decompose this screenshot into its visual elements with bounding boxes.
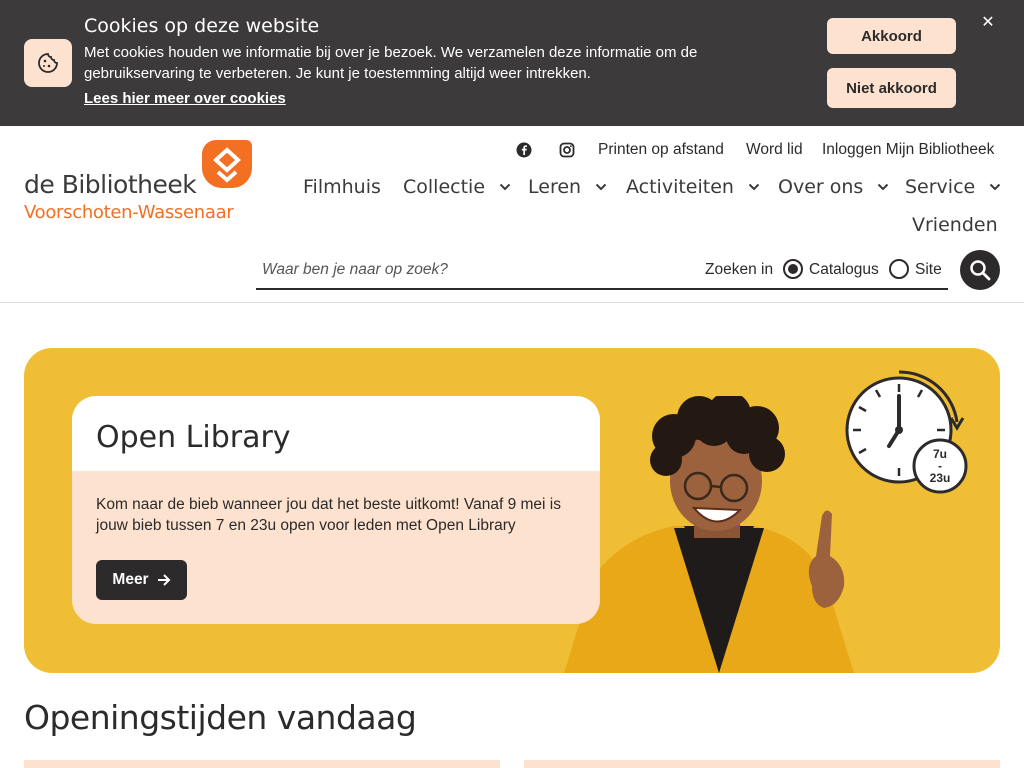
decline-cookies-button[interactable]: Niet akkoord (827, 68, 956, 108)
cookie-title: Cookies op deze website (84, 15, 320, 37)
logo-mark-icon (202, 140, 252, 188)
nav-label: Activiteiten (626, 176, 734, 198)
radio-catalogus[interactable] (783, 259, 803, 279)
radio-catalogus-label[interactable]: Catalogus (809, 261, 879, 279)
instagram-icon[interactable] (559, 142, 575, 158)
nav-item-vrienden[interactable]: Vrienden (912, 214, 998, 236)
chevron-down-icon (499, 183, 511, 191)
logo-sub-text: Voorschoten-Wassenaar (24, 202, 234, 223)
chevron-down-icon (878, 183, 889, 191)
search-button[interactable] (960, 250, 1000, 290)
nav-label: Collectie (403, 176, 486, 198)
login-link[interactable]: Inloggen Mijn Bibliotheek (822, 141, 994, 159)
nav-item-service[interactable]: Service (905, 176, 1001, 198)
logo-main-text: de Bibliotheek (24, 170, 197, 199)
close-icon[interactable]: ✕ (978, 12, 998, 32)
chevron-down-icon (990, 183, 1001, 191)
nav-item-collectie[interactable]: Collectie (403, 176, 511, 198)
clock-icon: 7u - 23u (845, 370, 968, 494)
nav-item-filmhuis[interactable]: Filmhuis (303, 176, 381, 198)
radio-site-label[interactable]: Site (915, 261, 942, 279)
clock-badge-end: 23u (930, 471, 951, 485)
cookie-banner: Cookies op deze website Met cookies houd… (0, 0, 1024, 126)
header-divider (0, 302, 1024, 303)
nav-label: Service (905, 176, 976, 198)
opening-hours-title: Openingstijden vandaag (24, 698, 417, 737)
hero-card: Open Library Kom naar de bieb wanneer jo… (72, 396, 600, 624)
opening-hours-card (524, 760, 1000, 768)
cookie-text: Met cookies houden we informatie bij ove… (84, 44, 698, 82)
become-member-link[interactable]: Word lid (746, 141, 803, 159)
site-logo[interactable]: de Bibliotheek Voorschoten-Wassenaar (24, 138, 254, 228)
cookie-info-link[interactable]: Lees hier meer over cookies (84, 90, 286, 107)
search-icon (970, 260, 991, 281)
nav-item-over-ons[interactable]: Over ons (778, 176, 889, 198)
chevron-down-icon (595, 183, 607, 191)
nav-label: Vrienden (912, 214, 998, 236)
nav-label: Over ons (778, 176, 864, 198)
arrow-right-icon (157, 574, 171, 586)
hero-text: Kom naar de bieb wanneer jou dat het bes… (96, 496, 561, 534)
search-scope-label: Zoeken in (705, 261, 774, 278)
nav-item-activiteiten[interactable]: Activiteiten (626, 176, 760, 198)
accept-cookies-button[interactable]: Akkoord (827, 18, 956, 54)
nav-label: Leren (528, 176, 582, 198)
cookie-icon (24, 39, 72, 87)
hero-title: Open Library (96, 420, 291, 455)
nav-label: Filmhuis (303, 176, 381, 198)
search-underline (256, 288, 948, 290)
search-input[interactable] (256, 254, 696, 286)
print-remote-link[interactable]: Printen op afstand (598, 141, 724, 159)
more-button-label: Meer (112, 571, 149, 588)
facebook-icon[interactable] (516, 142, 532, 158)
opening-hours-card (24, 760, 500, 768)
nav-item-leren[interactable]: Leren (528, 176, 607, 198)
radio-site[interactable] (889, 259, 909, 279)
hero-banner: 7u - 23u Open Library Kom naar de bieb w… (24, 348, 1000, 673)
chevron-down-icon (748, 183, 760, 191)
more-button[interactable]: Meer (96, 560, 187, 600)
